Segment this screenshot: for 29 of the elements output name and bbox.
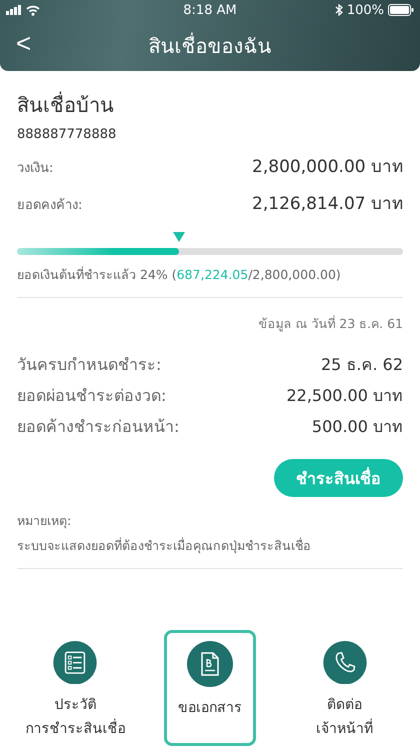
document-icon	[186, 641, 233, 687]
account-number: 888887778888	[17, 127, 118, 142]
action-button[interactable]: ขอเอกสาร	[164, 630, 256, 746]
as-of-date: ข้อมูล ณ วันที่ 23 ธ.ค. 61	[257, 314, 403, 334]
bluetooth-icon	[334, 4, 343, 16]
detail-value: 25 ธ.ค. 62	[320, 354, 403, 376]
note-text: ระบบจะแสดงยอดที่ต้องชำระเมื่อคุณกดปุ่มชำระสินเชื่อ	[17, 536, 312, 556]
back-button[interactable]: <	[12, 30, 36, 56]
detail-label: ยอดผ่อนชำระต่องวด:	[17, 385, 166, 407]
progress-caption: ยอดเงินต้นที่ชำระแล้ว 24% (687,224.05/2,800,000.00)	[17, 265, 342, 284]
list-icon	[52, 641, 98, 684]
loan-name: สินเชื่อบ้าน	[17, 90, 115, 119]
battery-icon	[388, 4, 414, 16]
signal-icon	[6, 5, 22, 15]
wifi-icon	[26, 4, 40, 16]
detail-label: ยอดค้างชำระก่อนหน้า:	[17, 416, 180, 438]
battery-percent: 100%	[346, 2, 384, 18]
field-label: ยอดคงค้าง:	[17, 197, 82, 215]
detail-value: 500.00 บาท	[312, 416, 403, 438]
detail-label: วันครบกำหนดชำระ:	[17, 354, 162, 376]
status-time: 8:18 AM	[183, 2, 237, 18]
field-value: 2,800,000.00 บาท	[252, 156, 403, 179]
detail-value: 22,500.00 บาท	[286, 385, 403, 407]
field-label: วงเงิน:	[17, 160, 54, 178]
phone-icon	[322, 641, 368, 684]
note-title: หมายเหตุ:	[17, 512, 72, 530]
action-button[interactable]: ติดต่อ เจ้าหน้าที่	[298, 630, 391, 746]
field-value: 2,126,814.07 บาท	[252, 193, 403, 216]
screen-title: สินเชื่อของฉัน	[148, 32, 272, 60]
